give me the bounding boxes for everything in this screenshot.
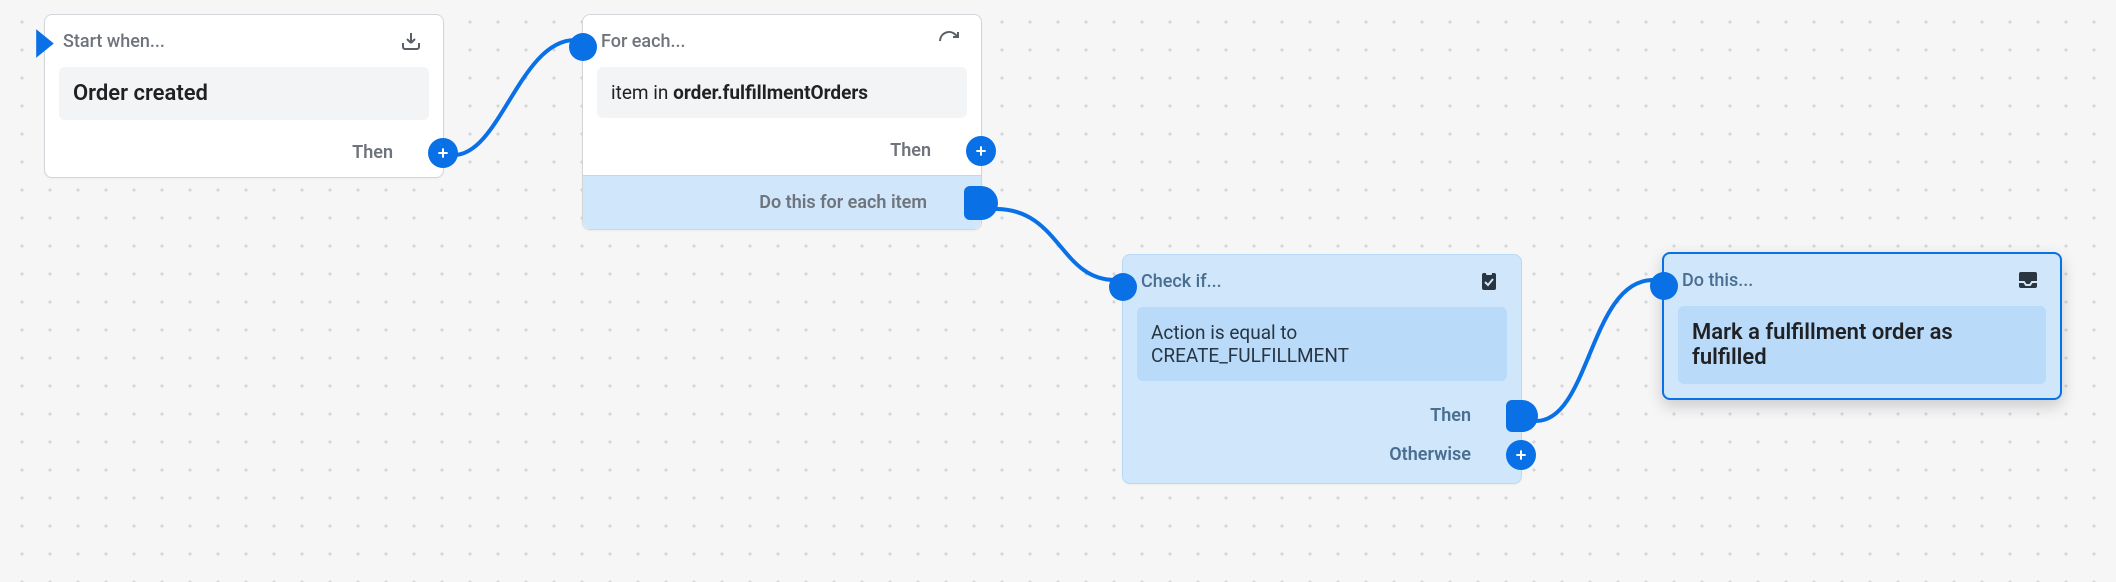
- trigger-text: Order created: [73, 82, 208, 105]
- in-port: [569, 33, 597, 61]
- foreach-item-text: item in order.fulfillmentOrders: [611, 81, 868, 104]
- start-body: Order created: [59, 67, 429, 120]
- then-label: Then: [890, 140, 931, 161]
- add-step-button[interactable]: [428, 138, 458, 168]
- checkif-then-row: Then: [1123, 395, 1521, 436]
- foreach-title: For each...: [601, 31, 686, 52]
- start-arrow-icon: [34, 27, 56, 57]
- then-label: Then: [1430, 405, 1471, 426]
- do-each-row: Do this for each item: [583, 175, 981, 229]
- condition-text: Action is equal to CREATE_FULFILLMENT: [1151, 321, 1349, 367]
- add-step-button[interactable]: [966, 136, 996, 166]
- foreach-node[interactable]: For each... item in order.fulfillmentOrd…: [582, 14, 982, 230]
- download-icon: [397, 27, 425, 55]
- checkif-title: Check if...: [1141, 271, 1222, 292]
- foreach-header: For each...: [583, 15, 981, 63]
- start-then-row: Then: [45, 134, 443, 177]
- inbox-icon: [2014, 266, 2042, 294]
- dothis-body: Mark a fulfillment order as fulfilled: [1678, 306, 2046, 384]
- checkif-otherwise-row: Otherwise: [1123, 436, 1521, 483]
- dothis-title: Do this...: [1682, 270, 1753, 291]
- refresh-icon: [935, 27, 963, 55]
- checkif-node[interactable]: Check if... Action is equal to CREATE_FU…: [1122, 254, 1522, 484]
- in-port: [1109, 273, 1137, 301]
- clipboard-check-icon: [1475, 267, 1503, 295]
- start-node[interactable]: Start when... Order created Then: [44, 14, 444, 178]
- foreach-body: item in order.fulfillmentOrders: [597, 67, 967, 118]
- do-each-label: Do this for each item: [759, 192, 927, 213]
- start-header: Start when...: [45, 15, 443, 63]
- out-port[interactable]: [964, 186, 998, 220]
- dothis-node[interactable]: Do this... Mark a fulfillment order as f…: [1662, 252, 2062, 400]
- start-title: Start when...: [63, 31, 165, 52]
- otherwise-label: Otherwise: [1389, 444, 1471, 465]
- dothis-header: Do this...: [1664, 254, 2060, 302]
- out-port-then[interactable]: [1506, 400, 1538, 432]
- then-label: Then: [352, 142, 393, 163]
- add-step-button[interactable]: [1506, 440, 1536, 470]
- checkif-body: Action is equal to CREATE_FULFILLMENT: [1137, 307, 1507, 381]
- in-port: [1650, 272, 1678, 300]
- checkif-header: Check if...: [1123, 255, 1521, 303]
- action-text: Mark a fulfillment order as fulfilled: [1692, 321, 1953, 369]
- foreach-then-row: Then: [583, 132, 981, 175]
